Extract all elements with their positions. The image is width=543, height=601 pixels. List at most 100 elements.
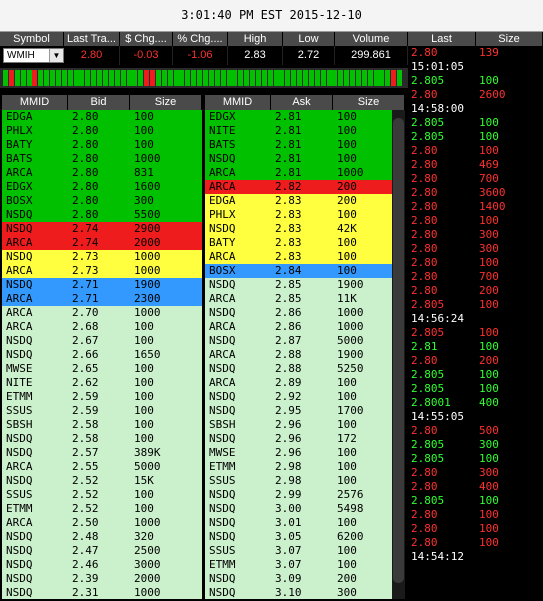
- header-last-trade[interactable]: Last Tra...: [64, 32, 120, 46]
- trade-row[interactable]: 2.805 300: [408, 438, 543, 452]
- symbol-dropdown[interactable]: WMIH ▼: [3, 48, 64, 63]
- book-row[interactable]: NSDQ 3.00 5498: [205, 502, 405, 516]
- book-row[interactable]: NSDQ 2.52 15K: [2, 474, 202, 488]
- book-row[interactable]: ARCA 2.55 5000: [2, 460, 202, 474]
- trade-row[interactable]: 2.80 2600: [408, 88, 543, 102]
- book-row[interactable]: BOSX 2.84 100: [205, 264, 405, 278]
- trade-row[interactable]: 2.80 100: [408, 508, 543, 522]
- book-row[interactable]: NSDQ 2.57 389K: [2, 446, 202, 460]
- header-low[interactable]: Low: [283, 32, 335, 46]
- book-row[interactable]: NSDQ 2.74 2900: [2, 222, 202, 236]
- trade-row[interactable]: 2.805 100: [408, 368, 543, 382]
- book-row[interactable]: NSDQ 2.31 1000: [2, 586, 202, 599]
- book-row[interactable]: NSDQ 2.48 320: [2, 530, 202, 544]
- book-row[interactable]: ARCA 2.70 1000: [2, 306, 202, 320]
- book-row[interactable]: SBSH 2.96 100: [205, 418, 405, 432]
- trade-row[interactable]: 2.805 100: [408, 116, 543, 130]
- book-row[interactable]: NSDQ 2.47 2500: [2, 544, 202, 558]
- ask-header-size[interactable]: Size: [333, 95, 405, 110]
- book-row[interactable]: ARCA 2.83 100: [205, 250, 405, 264]
- header-volume[interactable]: Volume: [335, 32, 408, 46]
- book-row[interactable]: SBSH 2.58 100: [2, 418, 202, 432]
- trade-row[interactable]: 2.80 3600: [408, 186, 543, 200]
- book-row[interactable]: BATS 2.80 1000: [2, 152, 202, 166]
- book-row[interactable]: NSDQ 2.83 42K: [205, 222, 405, 236]
- book-row[interactable]: NSDQ 2.71 1900: [2, 278, 202, 292]
- book-row[interactable]: ARCA 2.86 1000: [205, 320, 405, 334]
- book-row[interactable]: NSDQ 2.96 172: [205, 432, 405, 446]
- book-row[interactable]: SSUS 3.07 100: [205, 544, 405, 558]
- ts-header-last[interactable]: Last: [408, 32, 476, 46]
- book-row[interactable]: NITE 2.62 100: [2, 376, 202, 390]
- trade-row[interactable]: 2.80 100: [408, 214, 543, 228]
- book-row[interactable]: BATY 2.83 100: [205, 236, 405, 250]
- book-row[interactable]: EDGA 2.80 100: [2, 110, 202, 124]
- book-row[interactable]: PHLX 2.80 100: [2, 124, 202, 138]
- book-row[interactable]: NSDQ 2.85 1900: [205, 278, 405, 292]
- trade-row[interactable]: 2.80 100: [408, 536, 543, 550]
- ask-scroll-thumb[interactable]: [393, 118, 404, 583]
- book-row[interactable]: EDGA 2.83 200: [205, 194, 405, 208]
- bid-header-mmid[interactable]: MMID: [2, 95, 68, 110]
- book-row[interactable]: NSDQ 2.99 2576: [205, 488, 405, 502]
- trade-row[interactable]: 2.805 100: [408, 452, 543, 466]
- header-high[interactable]: High: [228, 32, 283, 46]
- trade-row[interactable]: 2.80 200: [408, 284, 543, 298]
- book-row[interactable]: BOSX 2.80 300: [2, 194, 202, 208]
- book-row[interactable]: NSDQ 2.81 100: [205, 152, 405, 166]
- book-row[interactable]: MWSE 2.65 100: [2, 362, 202, 376]
- book-row[interactable]: ARCA 2.68 100: [2, 320, 202, 334]
- chevron-down-icon[interactable]: ▼: [49, 49, 63, 62]
- book-row[interactable]: NSDQ 2.88 5250: [205, 362, 405, 376]
- trade-row[interactable]: 2.805 100: [408, 298, 543, 312]
- book-row[interactable]: NSDQ 3.09 200: [205, 572, 405, 586]
- book-row[interactable]: NSDQ 2.73 1000: [2, 250, 202, 264]
- book-row[interactable]: BATY 2.80 100: [2, 138, 202, 152]
- book-row[interactable]: ETMM 2.98 100: [205, 460, 405, 474]
- book-row[interactable]: NSDQ 2.92 100: [205, 390, 405, 404]
- trade-row[interactable]: 2.80 300: [408, 228, 543, 242]
- bid-header-price[interactable]: Bid: [68, 95, 130, 110]
- ts-header-size[interactable]: Size: [476, 32, 543, 46]
- trade-row[interactable]: 2.80 139: [408, 46, 543, 60]
- book-row[interactable]: BATS 2.81 100: [205, 138, 405, 152]
- book-row[interactable]: ETMM 3.07 100: [205, 558, 405, 572]
- book-row[interactable]: NSDQ 2.67 100: [2, 334, 202, 348]
- trade-row[interactable]: 2.80 469: [408, 158, 543, 172]
- trade-row[interactable]: 2.81 100: [408, 340, 543, 354]
- trade-row[interactable]: 2.80 100: [408, 522, 543, 536]
- trade-row[interactable]: 2.80 100: [408, 144, 543, 158]
- book-row[interactable]: NITE 2.81 100: [205, 124, 405, 138]
- book-row[interactable]: EDGX 2.80 1600: [2, 180, 202, 194]
- book-row[interactable]: NSDQ 2.80 5500: [2, 208, 202, 222]
- book-row[interactable]: SSUS 2.59 100: [2, 404, 202, 418]
- book-row[interactable]: NSDQ 2.86 1000: [205, 306, 405, 320]
- ask-header-price[interactable]: Ask: [271, 95, 333, 110]
- book-row[interactable]: SSUS 2.52 100: [2, 488, 202, 502]
- trade-row[interactable]: 2.805 100: [408, 74, 543, 88]
- book-row[interactable]: ARCA 2.50 1000: [2, 516, 202, 530]
- book-row[interactable]: SSUS 2.98 100: [205, 474, 405, 488]
- trade-row[interactable]: 2.80 1400: [408, 200, 543, 214]
- trade-row[interactable]: 2.80 500: [408, 424, 543, 438]
- trade-row[interactable]: 2.80 300: [408, 466, 543, 480]
- trade-row[interactable]: 2.80 200: [408, 354, 543, 368]
- book-row[interactable]: ETMM 2.59 100: [2, 390, 202, 404]
- trade-row[interactable]: 2.80 700: [408, 270, 543, 284]
- book-row[interactable]: NSDQ 3.05 6200: [205, 530, 405, 544]
- trade-row[interactable]: 2.805 100: [408, 326, 543, 340]
- book-row[interactable]: NSDQ 3.01 100: [205, 516, 405, 530]
- trade-row[interactable]: 2.805 100: [408, 130, 543, 144]
- header-percent-change[interactable]: % Chg....: [173, 32, 228, 46]
- ask-header-mmid[interactable]: MMID: [205, 95, 271, 110]
- book-row[interactable]: PHLX 2.83 100: [205, 208, 405, 222]
- header-symbol[interactable]: Symbol: [0, 32, 64, 46]
- book-row[interactable]: NSDQ 2.95 1700: [205, 404, 405, 418]
- book-row[interactable]: NSDQ 2.87 5000: [205, 334, 405, 348]
- trade-row[interactable]: 2.80 300: [408, 242, 543, 256]
- header-dollar-change[interactable]: $ Chg....: [120, 32, 173, 46]
- book-row[interactable]: NSDQ 2.46 3000: [2, 558, 202, 572]
- trade-row[interactable]: 2.80 400: [408, 480, 543, 494]
- book-row[interactable]: ARCA 2.74 2000: [2, 236, 202, 250]
- trade-row[interactable]: 2.805 100: [408, 494, 543, 508]
